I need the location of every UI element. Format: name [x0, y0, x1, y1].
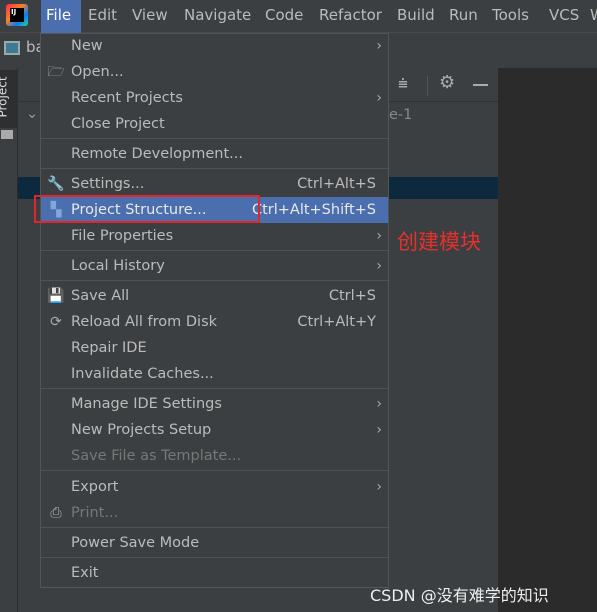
project-window-icon [4, 41, 20, 55]
menu-item-power-save-mode[interactable]: Power Save Mode [41, 530, 388, 556]
menu-file[interactable]: File [41, 0, 81, 33]
menu-bar: IJ File Edit View Navigate Code Refactor… [0, 0, 597, 33]
menu-item-file-properties[interactable]: File Properties › [41, 223, 388, 249]
folder-open-icon: 🗁 [47, 64, 65, 80]
menu-tools[interactable]: Tools [492, 0, 529, 33]
menu-item-save-all[interactable]: 💾 Save All Ctrl+S [41, 283, 388, 309]
chevron-right-icon: › [376, 258, 382, 274]
shortcut-label: Ctrl+Alt+S [297, 176, 376, 192]
menu-item-label: Print... [71, 505, 119, 521]
menu-item-label: Remote Development... [71, 146, 243, 162]
print-icon: ⎙ [50, 505, 62, 521]
menu-code[interactable]: Code [265, 0, 303, 33]
tree-item-text: e-1 [389, 107, 413, 123]
chevron-right-icon: › [376, 90, 382, 106]
menu-item-label: Close Project [71, 116, 165, 132]
menu-item-label: Save File as Template... [71, 448, 242, 464]
menu-item-label: Export [71, 479, 119, 495]
watermark: CSDN @没有难学的知识 [370, 586, 549, 605]
collapse-all-icon[interactable]: ⩧ [398, 74, 408, 94]
save-icon: 💾 [47, 288, 65, 304]
menu-item-local-history[interactable]: Local History › [41, 253, 388, 279]
menu-item-label: Repair IDE [71, 340, 147, 356]
menu-separator [41, 250, 388, 251]
menu-window[interactable]: W [590, 0, 597, 33]
menu-separator [41, 557, 388, 558]
menu-vcs[interactable]: VCS [549, 0, 579, 33]
project-tool-tab[interactable]: Project [0, 70, 18, 128]
left-tool-strip [0, 68, 18, 612]
menu-item-label: Save All [71, 288, 130, 304]
menu-item-label: Settings... [71, 176, 145, 192]
menu-item-label: Exit [71, 565, 99, 581]
menu-separator [41, 470, 388, 471]
menu-item-repair-ide[interactable]: Repair IDE [41, 335, 388, 361]
intellij-logo-icon: IJ [6, 4, 28, 26]
file-menu: New › 🗁 Open... Recent Projects › Close Projec… [40, 33, 389, 588]
menu-item-reload-all-from-disk[interactable]: ⟳ Reload All from Disk Ctrl+Alt+Y [41, 309, 388, 335]
menu-separator [41, 388, 388, 389]
chevron-down-icon[interactable]: ⌄ [26, 106, 38, 122]
toolbar-divider [427, 76, 428, 96]
menu-item-export[interactable]: Export › [41, 474, 388, 500]
menu-item-label: New [71, 38, 103, 54]
menu-view[interactable]: View [132, 0, 168, 33]
menu-edit[interactable]: Edit [88, 0, 117, 33]
menu-item-recent-projects[interactable]: Recent Projects › [41, 85, 388, 111]
menu-item-label: Recent Projects [71, 90, 183, 106]
menu-item-label: File Properties [71, 228, 174, 244]
menu-item-label: New Projects Setup [71, 422, 212, 438]
menu-item-new[interactable]: New › [41, 33, 388, 59]
menu-item-label: Manage IDE Settings [71, 396, 222, 412]
shortcut-label: Ctrl+S [328, 288, 376, 304]
menu-separator [41, 138, 388, 139]
chevron-right-icon: › [376, 38, 382, 54]
menu-item-label: Reload All from Disk [71, 314, 218, 330]
menu-item-label: Invalidate Caches... [71, 366, 214, 382]
project-tab-label: Project [0, 76, 10, 118]
menu-item-save-file-as-template: Save File as Template... [41, 443, 388, 469]
menu-item-label: Local History [71, 258, 165, 274]
shortcut-label: Ctrl+Alt+Shift+S [251, 202, 376, 218]
chevron-right-icon: › [376, 228, 382, 244]
menu-separator [41, 280, 388, 281]
highlight-box [34, 195, 260, 223]
menu-refactor[interactable]: Refactor [319, 0, 382, 33]
menu-item-exit[interactable]: Exit [41, 560, 388, 586]
menu-item-print: ⎙ Print... [41, 500, 388, 526]
wrench-icon: 🔧 [47, 176, 65, 192]
shortcut-label: Ctrl+Alt+Y [297, 314, 376, 330]
menu-item-label: Open... [71, 64, 124, 80]
menu-item-label: Power Save Mode [71, 535, 200, 551]
menu-item-open[interactable]: 🗁 Open... [41, 59, 388, 85]
annotation-text: 创建模块 [397, 230, 481, 254]
folder-icon [1, 130, 13, 139]
menu-item-invalidate-caches[interactable]: Invalidate Caches... [41, 361, 388, 387]
menu-item-settings[interactable]: 🔧 Settings... Ctrl+Alt+S [41, 171, 388, 197]
menu-separator [41, 168, 388, 169]
gear-icon[interactable]: ⚙ [439, 72, 455, 93]
chevron-right-icon: › [376, 479, 382, 495]
chevron-right-icon: › [376, 422, 382, 438]
menu-item-close-project[interactable]: Close Project [41, 111, 388, 137]
menu-navigate[interactable]: Navigate [184, 0, 251, 33]
menu-item-new-projects-setup[interactable]: New Projects Setup › [41, 417, 388, 443]
menu-item-manage-ide-settings[interactable]: Manage IDE Settings › [41, 391, 388, 417]
menu-run[interactable]: Run [449, 0, 478, 33]
editor-area[interactable] [498, 68, 597, 612]
menu-item-remote-development[interactable]: Remote Development... [41, 141, 388, 167]
chevron-right-icon: › [376, 396, 382, 412]
menu-separator [41, 527, 388, 528]
minimize-icon[interactable] [473, 84, 488, 86]
menu-build[interactable]: Build [397, 0, 435, 33]
reload-icon: ⟳ [50, 314, 62, 330]
